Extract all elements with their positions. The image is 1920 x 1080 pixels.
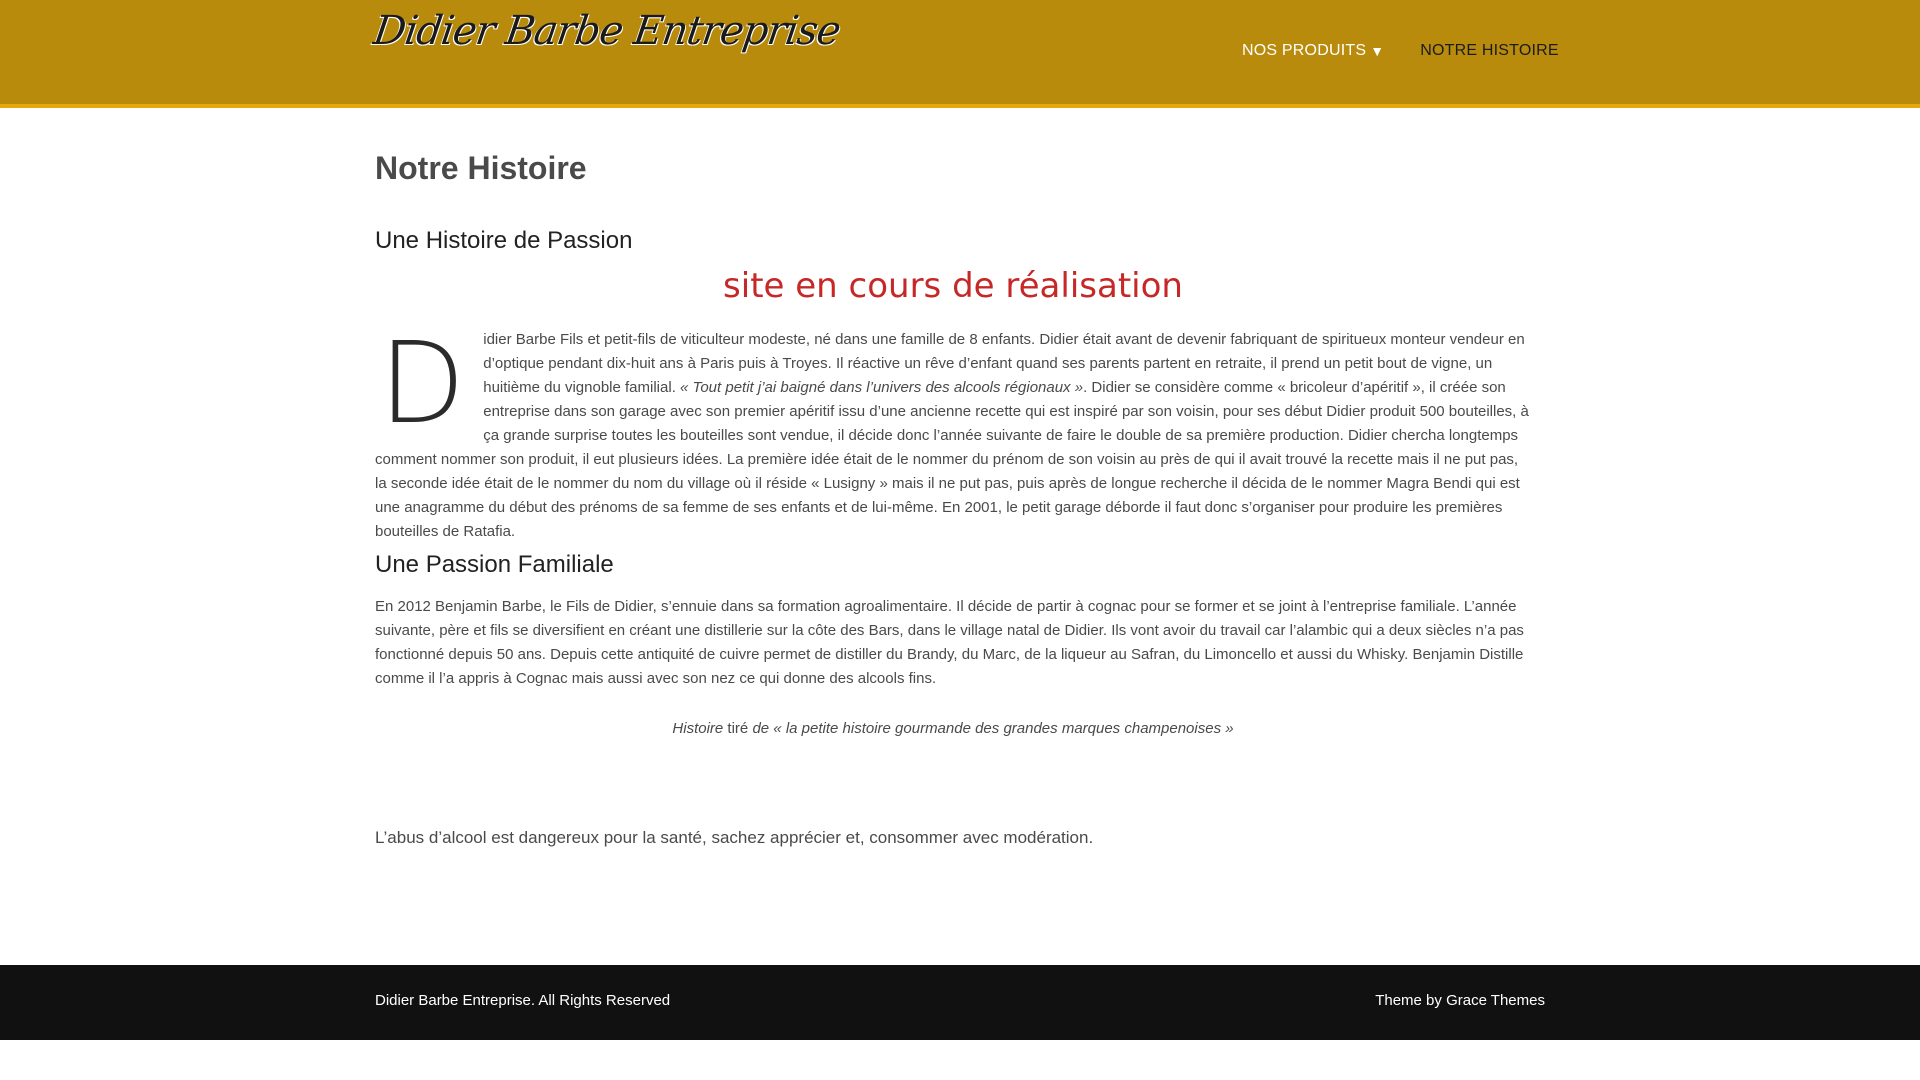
footer-copyright: Didier Barbe Entreprise. All Rights Rese…	[375, 992, 671, 1009]
nav-item-notre-histoire[interactable]: NOTRE HISTOIRE	[1420, 42, 1559, 60]
site-footer: Didier Barbe Entreprise. All Rights Rese…	[0, 965, 1920, 1040]
site-logo[interactable]: Didier Barbe Entreprise	[371, 8, 843, 54]
main-content: Notre Histoire Une Histoire de Passion s…	[375, 150, 1531, 847]
dropdown-arrow-icon: ▼	[1370, 43, 1385, 59]
site-header: Didier Barbe Entreprise NOS PRODUITS ▼ N…	[0, 0, 1920, 108]
section-title-histoire-passion: Une Histoire de Passion	[375, 227, 633, 254]
footer-credit: Theme by Grace Themes	[1375, 992, 1545, 1009]
story-text-part2: . Didier se considère comme « bricoleur …	[375, 379, 1529, 540]
citation-part3: de « la petite histoire gourmande des gr…	[752, 720, 1234, 737]
main-nav: NOS PRODUITS ▼ NOTRE HISTOIRE	[1242, 42, 1559, 60]
drop-cap: D	[379, 319, 466, 449]
section-title-passion-familiale: Une Passion Familiale	[375, 551, 614, 578]
citation-part1: Histoire	[672, 720, 724, 737]
alcohol-warning: L’abus d’alcool est dangereux pour la sa…	[375, 828, 1094, 847]
source-citation: Histoire tiré de « la petite histoire go…	[375, 720, 1531, 737]
page-title: Notre Histoire	[375, 150, 587, 186]
construction-notice: site en cours de réalisation	[723, 266, 1183, 306]
citation-part2: tiré	[723, 720, 753, 737]
nav-item-label: NOTRE HISTOIRE	[1420, 42, 1559, 59]
story-paragraph: Didier Barbe Fils et petit-fils de vitic…	[375, 328, 1531, 544]
nav-item-label: NOS PRODUITS	[1242, 42, 1367, 59]
family-paragraph: En 2012 Benjamin Barbe, le Fils de Didie…	[375, 598, 1524, 687]
nav-item-nos-produits[interactable]: NOS PRODUITS ▼	[1242, 42, 1384, 60]
theme-link[interactable]: Grace Themes	[1446, 992, 1545, 1009]
story-quote: « Tout petit j’ai baigné dans l’univers …	[680, 379, 1084, 396]
footer-credit-prefix: Theme by	[1375, 992, 1447, 1009]
